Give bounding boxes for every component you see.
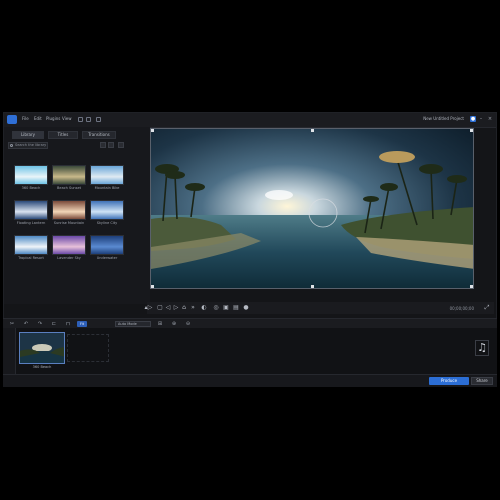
search-placeholder: Search the library <box>15 143 47 147</box>
360-view-icon[interactable]: ◎ <box>213 305 219 311</box>
snapshot-icon[interactable]: ⌂ <box>181 305 187 311</box>
trim-icon[interactable]: ⊏ <box>51 321 57 327</box>
resize-handle[interactable] <box>470 285 473 288</box>
menu-file[interactable]: File <box>22 116 29 121</box>
undo-icon[interactable]: ↶ <box>23 321 29 327</box>
timecode: 00;00;00;00 <box>449 306 474 311</box>
cut-icon[interactable]: ✂ <box>9 321 15 327</box>
media-thumbnail[interactable] <box>90 200 124 220</box>
media-thumbnail[interactable] <box>14 235 48 255</box>
redo-icon[interactable] <box>86 117 91 122</box>
next-frame-icon[interactable]: ▷ <box>173 305 179 311</box>
grid-view-icon[interactable] <box>100 142 106 148</box>
settings-icon[interactable] <box>96 117 101 122</box>
media-thumbnail[interactable] <box>52 165 86 185</box>
menu-plugins[interactable]: Plugins <box>46 116 60 121</box>
fullscreen-icon[interactable]: ● <box>243 305 249 311</box>
split-icon[interactable]: ⊓ <box>65 321 71 327</box>
music-note-icon[interactable]: ♫ <box>475 340 489 356</box>
quality-icon[interactable]: ▤ <box>233 305 239 311</box>
media-thumbnail[interactable] <box>14 165 48 185</box>
tab-library[interactable]: Library <box>12 131 44 139</box>
preview-window[interactable] <box>150 128 474 289</box>
list-view-icon[interactable] <box>108 142 114 148</box>
bottom-bar: Produce Share <box>3 374 497 387</box>
tab-titles[interactable]: Titles <box>48 131 78 139</box>
minimize-button[interactable]: – <box>478 116 484 122</box>
resize-handle[interactable] <box>470 129 473 132</box>
track-header[interactable] <box>3 328 16 374</box>
resize-handle[interactable] <box>151 285 154 288</box>
play-icon[interactable]: ▷ <box>147 305 153 311</box>
menu-bar: File Edit Plugins View New Untitled Proj… <box>4 113 496 128</box>
zoom-out-icon[interactable]: ⊖ <box>185 321 191 327</box>
share-button[interactable]: Share <box>471 377 493 385</box>
search-icon <box>10 144 13 147</box>
close-button[interactable]: × <box>487 116 493 122</box>
tab-transitions[interactable]: Transitions <box>82 131 116 139</box>
search-input[interactable]: Search the library <box>8 142 48 149</box>
media-thumbnail[interactable] <box>52 235 86 255</box>
track-drop-zone[interactable] <box>67 334 109 362</box>
add-track-icon[interactable]: ⊞ <box>157 321 163 327</box>
fast-forward-icon[interactable]: » <box>190 305 196 311</box>
volume-icon[interactable]: ◐ <box>201 305 207 311</box>
mode-dropdown[interactable]: Auto Mode <box>115 321 151 327</box>
expand-icon[interactable]: ⤢ <box>484 305 490 311</box>
resize-handle[interactable] <box>311 285 314 288</box>
app-logo-icon <box>7 115 17 124</box>
stop-icon[interactable]: ▢ <box>157 305 163 311</box>
resize-handle[interactable] <box>311 129 314 132</box>
media-thumbnail-label: Underwater <box>96 256 118 260</box>
project-name: New Untitled Project <box>423 116 464 121</box>
undo-icon[interactable] <box>78 117 83 122</box>
fit-icon[interactable]: ▣ <box>223 305 229 311</box>
search-row: Search the library <box>8 142 128 149</box>
preview-image-360-beach <box>151 129 473 288</box>
account-icon[interactable]: ● <box>470 116 476 122</box>
menu-view[interactable]: View <box>62 116 72 121</box>
media-thumbnail[interactable] <box>90 165 124 185</box>
media-thumbnail[interactable] <box>52 200 86 220</box>
zoom-in-icon[interactable]: ⊕ <box>171 321 177 327</box>
media-library-panel: Library Titles Transitions Search the li… <box>4 127 150 304</box>
menu-edit[interactable]: Edit <box>34 116 42 121</box>
clip-thumbnail <box>20 333 64 363</box>
prev-frame-icon[interactable]: ◁ <box>165 305 171 311</box>
redo-icon[interactable]: ↷ <box>37 321 43 327</box>
media-thumbnail[interactable] <box>90 235 124 255</box>
media-thumbnail-label: Skyline City <box>96 221 118 225</box>
media-thumbnail-label: Mountain Bike <box>94 186 120 190</box>
clip-label: 360 Beach <box>32 365 52 369</box>
fit-timeline-chip[interactable]: Fit <box>77 321 88 327</box>
playback-controls: ▴ ▷ ▢ ◁ ▷ ⌂ » ◐ ◎ ▣ ▤ ● 00;00;00;00 ⤢ <box>144 302 494 314</box>
resize-handle[interactable] <box>151 129 154 132</box>
sort-icon[interactable] <box>118 142 124 148</box>
timeline-track: 360 Beach ♫ <box>3 328 497 374</box>
produce-button[interactable]: Produce <box>429 377 469 385</box>
media-thumbnail[interactable] <box>14 200 48 220</box>
timeline-clip[interactable] <box>19 332 65 364</box>
